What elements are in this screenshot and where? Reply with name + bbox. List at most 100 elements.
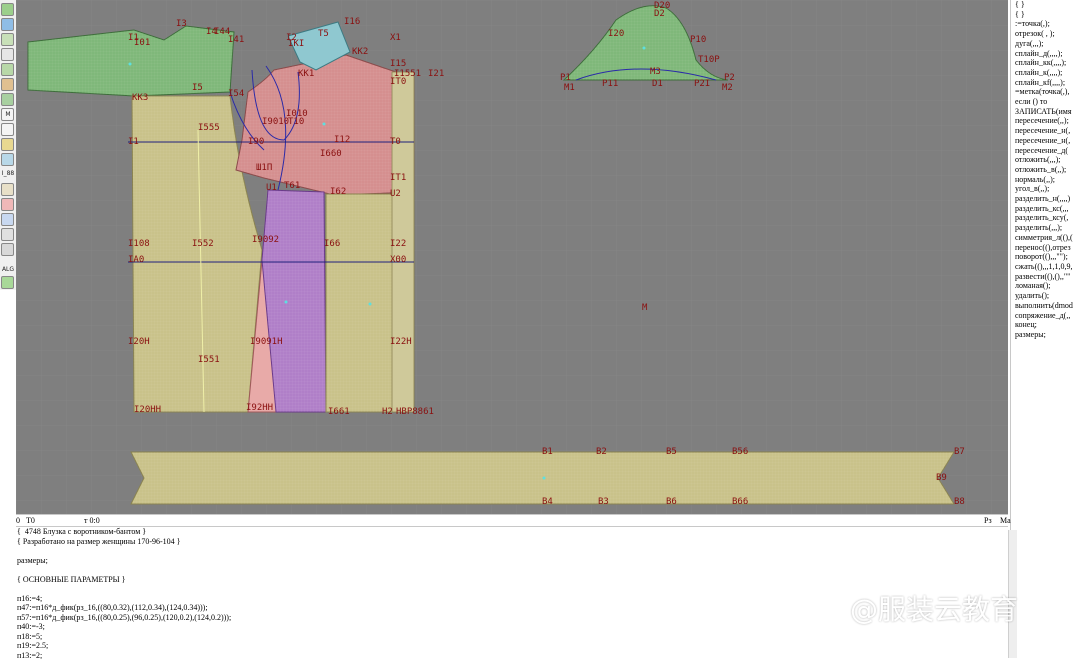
center-mark: M bbox=[642, 303, 648, 313]
command-item[interactable]: пересечение_д( bbox=[1011, 146, 1080, 156]
command-item[interactable]: симметрия_л((),( bbox=[1011, 233, 1080, 243]
status-tab-sizes[interactable]: Рз bbox=[984, 516, 992, 525]
code-line: { 4748 Блузка с воротником-бантом } bbox=[16, 527, 1008, 537]
status-point: T0 bbox=[26, 516, 35, 525]
command-item[interactable]: конец; bbox=[1011, 320, 1080, 330]
gradient-tool-icon[interactable] bbox=[1, 138, 14, 151]
open-pattern-icon[interactable] bbox=[1, 18, 14, 31]
command-item[interactable]: отрезок( , ); bbox=[1011, 29, 1080, 39]
split-tool-icon[interactable] bbox=[1, 123, 14, 136]
code-line: п18:=5; bbox=[16, 632, 1008, 642]
code-line: размеры; bbox=[16, 556, 1008, 566]
point-label: KK2 bbox=[352, 47, 368, 57]
command-item[interactable]: сплайн_к(,,,,); bbox=[1011, 68, 1080, 78]
layout-tool-icon[interactable] bbox=[1, 183, 14, 196]
command-item[interactable]: разделить_н(,,,,) bbox=[1011, 194, 1080, 204]
command-item[interactable]: разделить_кс(,,, bbox=[1011, 204, 1080, 214]
toolbar-label-alg: ALG bbox=[0, 266, 16, 273]
3d-view-icon[interactable] bbox=[1, 213, 14, 226]
point-label: Ш1П bbox=[256, 163, 272, 173]
point-label: M3 bbox=[650, 67, 661, 77]
command-item[interactable]: поворот((),,,""); bbox=[1011, 252, 1080, 262]
status-zero: 0 bbox=[16, 516, 20, 525]
command-item[interactable]: если () то bbox=[1011, 97, 1080, 107]
code-line: { Разработано на размер женщины 170-96-1… bbox=[16, 537, 1008, 547]
grid-tool-icon[interactable] bbox=[1, 48, 14, 61]
point-label: I5 bbox=[192, 83, 203, 93]
point-label: P11 bbox=[602, 79, 618, 89]
code-line bbox=[16, 546, 1008, 556]
command-item[interactable]: пересечение_н(, bbox=[1011, 126, 1080, 136]
status-tab-model[interactable]: Ма bbox=[1000, 516, 1011, 525]
point-label: B2 bbox=[596, 447, 607, 457]
point-label: P2I bbox=[694, 79, 710, 89]
point-label: I16 bbox=[344, 17, 360, 27]
point-label: I54 bbox=[228, 89, 244, 99]
command-item[interactable]: ломаная(); bbox=[1011, 281, 1080, 291]
command-item[interactable]: разделить(,,,); bbox=[1011, 223, 1080, 233]
algorithm-tool-icon[interactable] bbox=[1, 276, 14, 289]
piece-tool-icon[interactable] bbox=[1, 93, 14, 106]
command-item[interactable]: сплайн_кк(,,,,); bbox=[1011, 58, 1080, 68]
point-label: I552 bbox=[192, 239, 214, 249]
command-item[interactable]: отложить_в(,,); bbox=[1011, 165, 1080, 175]
point-label: I90 bbox=[248, 137, 264, 147]
command-item[interactable]: размеры; bbox=[1011, 330, 1080, 340]
point-label: I22H bbox=[390, 337, 412, 347]
command-item[interactable]: разделить_ксу(, bbox=[1011, 213, 1080, 223]
command-item[interactable]: перенос((),отрез bbox=[1011, 243, 1080, 253]
command-item[interactable]: =метка(точка(,), bbox=[1011, 87, 1080, 97]
curve-tool-icon[interactable] bbox=[1, 33, 14, 46]
point-label: I01 bbox=[134, 38, 150, 48]
point-label: I3 bbox=[176, 19, 187, 29]
point-label: HBP8861 bbox=[396, 407, 434, 417]
left-toolbar: M I_88 ALG bbox=[0, 0, 17, 290]
point-label: KK1 bbox=[298, 69, 314, 79]
point-label: B56 bbox=[732, 447, 748, 457]
model-tool-icon[interactable] bbox=[1, 198, 14, 211]
command-item[interactable]: дуга(,,,); bbox=[1011, 39, 1080, 49]
point-label: I15 bbox=[390, 59, 406, 69]
point-label: I9091H bbox=[250, 337, 283, 347]
print-tool-icon[interactable] bbox=[1, 228, 14, 241]
command-item[interactable]: { } bbox=[1011, 10, 1080, 20]
point-label: D2 bbox=[654, 9, 665, 19]
command-item[interactable]: сплайн_д(,,,,); bbox=[1011, 49, 1080, 59]
command-item[interactable]: сплайн_кf(,,,,); bbox=[1011, 78, 1080, 88]
command-item[interactable]: пересечение_н(, bbox=[1011, 136, 1080, 146]
point-label: B4 bbox=[542, 497, 553, 507]
line-tool-icon[interactable] bbox=[1, 63, 14, 76]
command-item[interactable]: пересечение(,,); bbox=[1011, 116, 1080, 126]
point-label: IT1 bbox=[390, 173, 406, 183]
command-item[interactable]: сжать((),,,1,1,0,9, bbox=[1011, 262, 1080, 272]
point-label: I9010 bbox=[262, 117, 289, 127]
command-item[interactable]: угол_в(,,); bbox=[1011, 184, 1080, 194]
measure-table-icon[interactable] bbox=[1, 153, 14, 166]
point-label: M1 bbox=[564, 83, 575, 93]
point-label: B66 bbox=[732, 497, 748, 507]
command-item[interactable]: удалить(); bbox=[1011, 291, 1080, 301]
command-item[interactable]: нормаль(,,); bbox=[1011, 175, 1080, 185]
point-label: I20H bbox=[128, 337, 150, 347]
pattern-canvas[interactable]: I3 I1 I01 I4 I44 I41 I5 KK3 I54 I555 I1 … bbox=[16, 0, 1008, 514]
point-label: B9 bbox=[936, 473, 947, 483]
command-item[interactable]: :=точка(,); bbox=[1011, 19, 1080, 29]
toolbar-label-m: M bbox=[0, 111, 16, 118]
point-label: I661 bbox=[328, 407, 350, 417]
point-label: P1 bbox=[560, 73, 571, 83]
status-coords: т 0:0 bbox=[84, 516, 100, 525]
export-tool-icon[interactable] bbox=[1, 243, 14, 256]
point-label: U1 bbox=[266, 183, 277, 193]
new-pattern-icon[interactable] bbox=[1, 3, 14, 16]
command-item[interactable]: развести((),(),,"" bbox=[1011, 272, 1080, 282]
command-item[interactable]: { } bbox=[1011, 0, 1080, 10]
point-label: I92HH bbox=[246, 403, 273, 413]
command-item[interactable]: выполнить(dmod bbox=[1011, 301, 1080, 311]
code-line bbox=[16, 565, 1008, 575]
command-item[interactable]: сопряжение_д(,, bbox=[1011, 311, 1080, 321]
command-item[interactable]: ЗАПИСАТЬ(имя bbox=[1011, 107, 1080, 117]
measure-tool-icon[interactable] bbox=[1, 78, 14, 91]
command-item[interactable]: отложить(,,,); bbox=[1011, 155, 1080, 165]
point-label: I9092 bbox=[252, 235, 279, 245]
point-label: T5 bbox=[318, 29, 329, 39]
